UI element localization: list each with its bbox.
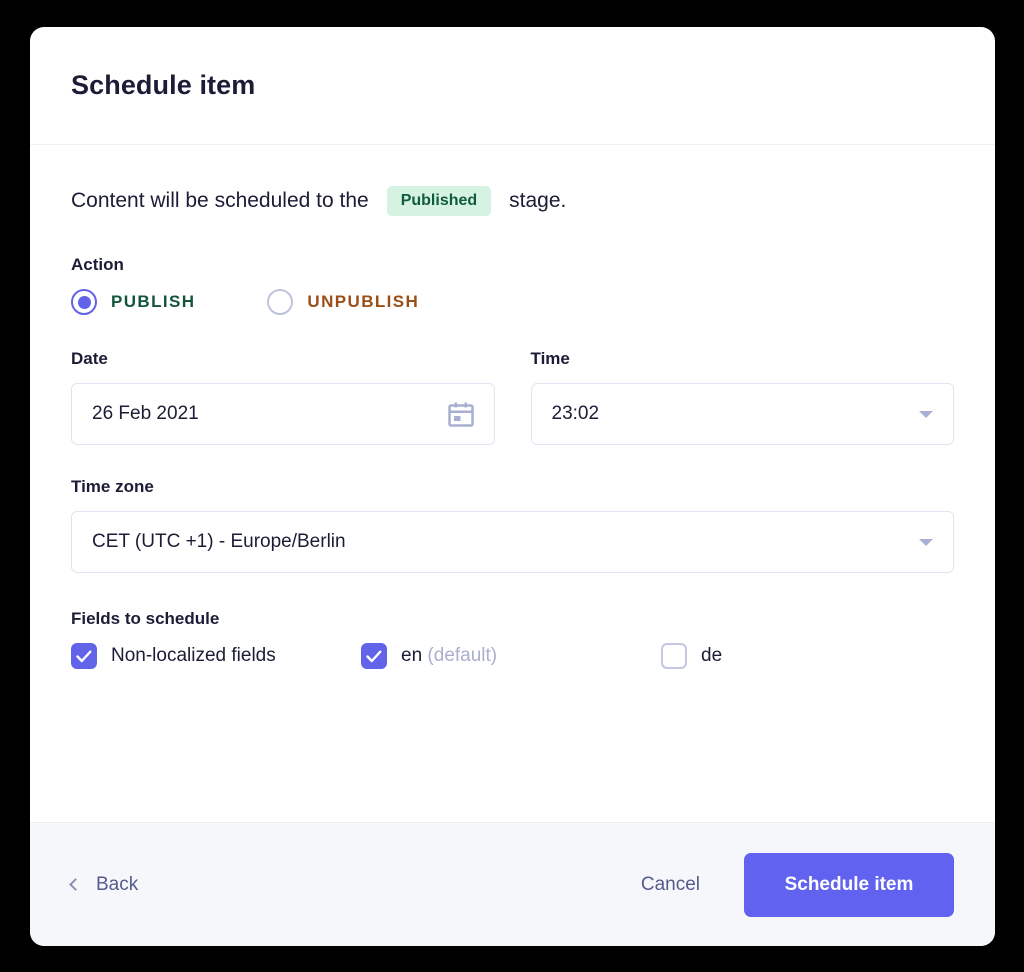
schedule-item-button[interactable]: Schedule item bbox=[744, 852, 954, 917]
time-group: Time 23:02 bbox=[530, 349, 954, 445]
cancel-button[interactable]: Cancel bbox=[633, 864, 708, 906]
check-icon bbox=[76, 650, 92, 662]
locale-code-en: en bbox=[401, 645, 423, 666]
date-input-value: 26 Feb 2021 bbox=[92, 403, 199, 424]
action-label: Action bbox=[71, 255, 124, 274]
radio-option-unpublish[interactable]: UNPUBLISH bbox=[267, 289, 419, 315]
radio-selected-icon[interactable] bbox=[71, 289, 97, 315]
checkbox-unchecked-icon[interactable] bbox=[661, 643, 687, 669]
checkbox-non-localized-fields[interactable]: Non-localized fields bbox=[71, 643, 361, 669]
fields-checkbox-group: Non-localized fields en (default) de bbox=[71, 643, 954, 669]
radio-label-unpublish: UNPUBLISH bbox=[307, 292, 420, 311]
timezone-group: Time zone CET (UTC +1) - Europe/Berlin bbox=[71, 477, 954, 573]
dialog-header: Schedule item bbox=[30, 27, 995, 145]
action-group: Action PUBLISH UNPUBLISH bbox=[71, 255, 954, 315]
timezone-select[interactable]: CET (UTC +1) - Europe/Berlin bbox=[71, 511, 954, 573]
chevron-down-icon[interactable] bbox=[919, 538, 933, 546]
chevron-down-icon[interactable] bbox=[919, 410, 933, 418]
fields-to-schedule-label: Fields to schedule bbox=[71, 609, 220, 628]
radio-option-publish[interactable]: PUBLISH bbox=[71, 289, 195, 315]
checkbox-label-non-localized-fields: Non-localized fields bbox=[111, 645, 276, 666]
check-icon bbox=[366, 650, 382, 662]
fields-to-schedule-group: Fields to schedule Non-localized fields bbox=[71, 609, 954, 669]
stage-info-line: Content will be scheduled to the Publish… bbox=[71, 185, 954, 217]
date-time-row: Date 26 Feb 2021 Time 23:02 bbox=[71, 349, 954, 445]
back-button-label: Back bbox=[96, 873, 139, 895]
stage-info-suffix: stage. bbox=[509, 189, 567, 212]
status-badge: Published bbox=[386, 186, 492, 216]
checkbox-locale-de[interactable]: de bbox=[661, 643, 722, 669]
date-label: Date bbox=[71, 349, 108, 368]
screen-backdrop: Schedule item Content will be scheduled … bbox=[0, 0, 1024, 972]
radio-unselected-icon[interactable] bbox=[267, 289, 294, 315]
checkbox-checked-icon[interactable] bbox=[361, 643, 387, 669]
schedule-item-dialog: Schedule item Content will be scheduled … bbox=[30, 27, 995, 946]
timezone-label: Time zone bbox=[71, 477, 154, 496]
stage-info-prefix: Content will be scheduled to the bbox=[71, 189, 369, 212]
checkbox-label-locale-en: en (default) bbox=[401, 645, 497, 667]
dialog-body: Content will be scheduled to the Publish… bbox=[30, 145, 995, 822]
back-button[interactable]: Back bbox=[69, 873, 139, 896]
time-select-value: 23:02 bbox=[551, 403, 600, 424]
dialog-footer: Back Cancel Schedule item bbox=[30, 822, 995, 946]
time-label: Time bbox=[530, 349, 570, 368]
time-select[interactable]: 23:02 bbox=[530, 383, 954, 445]
checkbox-locale-en[interactable]: en (default) bbox=[361, 643, 661, 669]
page-title: Schedule item bbox=[71, 70, 256, 100]
calendar-icon[interactable] bbox=[447, 402, 474, 427]
action-radio-group: PUBLISH UNPUBLISH bbox=[71, 289, 954, 315]
locale-default-tag: (default) bbox=[427, 645, 498, 666]
radio-label-publish: PUBLISH bbox=[111, 292, 196, 311]
checkbox-checked-icon[interactable] bbox=[71, 643, 97, 669]
checkbox-label-locale-de: de bbox=[701, 645, 723, 666]
date-group: Date 26 Feb 2021 bbox=[71, 349, 495, 445]
timezone-select-value: CET (UTC +1) - Europe/Berlin bbox=[92, 531, 346, 552]
chevron-left-icon bbox=[69, 878, 82, 891]
date-input[interactable]: 26 Feb 2021 bbox=[71, 383, 495, 445]
